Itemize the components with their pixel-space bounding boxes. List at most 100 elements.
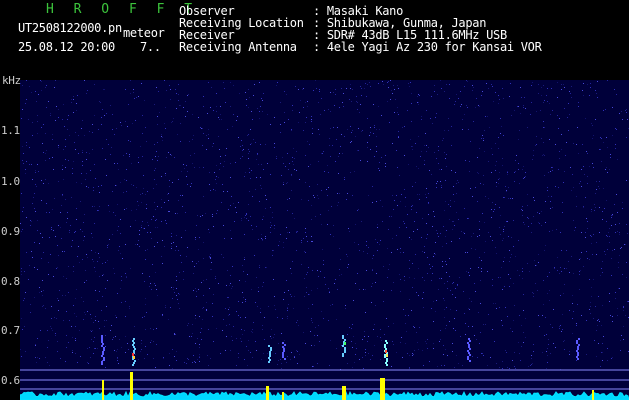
noise-speck <box>66 347 67 348</box>
noise-speck <box>607 80 608 81</box>
noise-speck <box>627 301 628 302</box>
noise-speck <box>467 218 468 219</box>
noise-speck <box>504 286 505 287</box>
noise-speck <box>393 209 394 210</box>
noise-speck <box>296 350 297 351</box>
noise-speck <box>213 341 214 342</box>
noise-speck <box>507 174 508 175</box>
noise-speck <box>485 196 486 197</box>
noise-speck <box>415 182 416 183</box>
noise-speck <box>374 125 375 126</box>
noise-speck <box>390 99 391 100</box>
noise-speck <box>351 141 352 142</box>
echo-pixel <box>469 348 471 350</box>
noise-speck <box>146 141 147 142</box>
noise-speck <box>421 116 422 117</box>
noise-speck <box>465 323 466 324</box>
noise-speck <box>92 149 93 150</box>
noise-speck <box>349 327 350 328</box>
noise-speck <box>370 127 371 128</box>
noise-speck <box>523 294 524 295</box>
noise-speck <box>471 301 472 302</box>
noise-speck <box>247 135 248 136</box>
noise-speck <box>185 230 186 231</box>
noise-speck <box>592 254 593 255</box>
noise-speck <box>112 129 113 130</box>
noise-speck <box>110 154 111 155</box>
noise-speck <box>458 363 459 364</box>
noise-speck <box>40 330 41 331</box>
noise-speck <box>479 229 480 230</box>
noise-speck <box>116 185 117 186</box>
noise-speck <box>589 279 590 280</box>
noise-speck <box>366 241 367 242</box>
noise-speck <box>623 326 624 327</box>
noise-speck <box>376 129 377 130</box>
echo-pixel <box>576 340 578 342</box>
noise-speck <box>444 152 445 153</box>
noise-speck <box>559 118 560 119</box>
noise-speck <box>45 179 46 180</box>
noise-speck <box>321 311 322 312</box>
noise-speck <box>558 169 559 170</box>
noise-speck <box>75 340 76 341</box>
noise-speck <box>455 330 456 331</box>
noise-speck <box>145 127 146 128</box>
noise-speck <box>606 200 607 201</box>
noise-speck <box>338 156 339 157</box>
noise-speck <box>278 343 279 344</box>
noise-speck <box>249 191 250 192</box>
noise-speck <box>491 217 492 218</box>
noise-speck <box>597 325 598 326</box>
noise-speck <box>611 225 612 226</box>
noise-speck <box>603 188 604 189</box>
echo-pixel <box>284 358 286 360</box>
noise-speck <box>49 212 50 213</box>
noise-speck <box>451 170 452 171</box>
noise-speck <box>480 332 481 333</box>
noise-speck <box>357 210 358 211</box>
noise-speck <box>209 172 210 173</box>
echo-pixel <box>386 364 388 366</box>
noise-speck <box>134 98 135 99</box>
noise-speck <box>131 210 132 211</box>
noise-speck <box>158 156 159 157</box>
noise-speck <box>248 153 249 154</box>
noise-speck <box>127 126 128 127</box>
noise-speck <box>346 88 347 89</box>
echo-pixel <box>385 340 387 342</box>
noise-speck <box>615 292 616 293</box>
noise-speck <box>599 149 600 150</box>
noise-speck <box>60 212 61 213</box>
noise-speck <box>226 285 227 286</box>
echo-pixel <box>103 349 105 351</box>
noise-speck <box>348 264 349 265</box>
noise-speck <box>230 177 231 178</box>
noise-speck <box>72 352 73 353</box>
noise-speck <box>406 227 407 228</box>
noise-speck <box>561 250 562 251</box>
noise-speck <box>49 365 50 366</box>
noise-speck <box>198 249 199 250</box>
noise-speck <box>231 336 232 337</box>
noise-speck <box>143 228 144 229</box>
noise-speck <box>84 80 85 81</box>
noise-speck <box>325 284 326 285</box>
noise-speck <box>192 114 193 115</box>
noise-speck <box>124 209 125 210</box>
noise-speck <box>223 319 224 320</box>
noise-speck <box>620 340 621 341</box>
noise-speck <box>523 332 524 333</box>
noise-speck <box>186 176 187 177</box>
noise-speck <box>218 136 219 137</box>
noise-speck <box>424 160 425 161</box>
noise-speck <box>91 233 92 234</box>
noise-speck <box>306 117 307 118</box>
noise-speck <box>423 365 424 366</box>
noise-speck <box>400 201 401 202</box>
noise-speck <box>35 211 36 212</box>
noise-speck <box>168 200 169 201</box>
noise-speck <box>445 261 446 262</box>
noise-speck <box>340 146 341 147</box>
noise-speck <box>38 94 39 95</box>
